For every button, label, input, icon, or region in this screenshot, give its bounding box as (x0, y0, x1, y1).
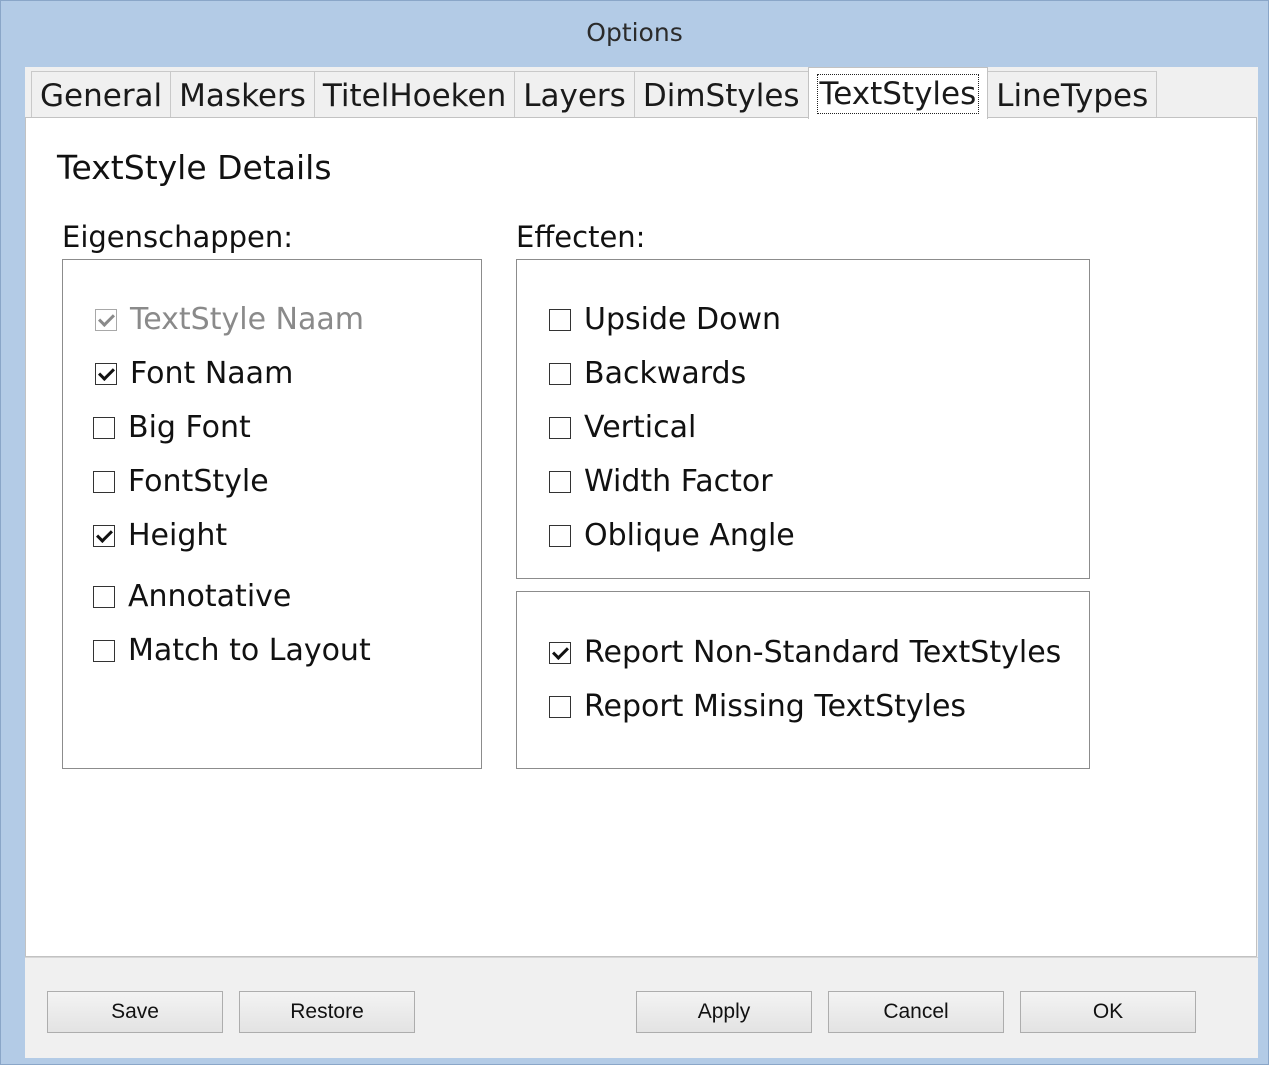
options-dialog: Options General Maskers TitelHoeken Laye… (0, 0, 1269, 1065)
dialog-client-area: General Maskers TitelHoeken Layers DimSt… (25, 67, 1258, 1058)
tab-titelhoeken[interactable]: TitelHoeken (313, 71, 516, 119)
tab-linetypes[interactable]: LineTypes (987, 71, 1158, 119)
width-factor-checkbox[interactable]: Width Factor (549, 464, 773, 499)
tab-strip: General Maskers TitelHoeken Layers DimSt… (31, 67, 1158, 119)
match-to-layout-checkbox[interactable]: Match to Layout (93, 633, 371, 668)
report-missing-checkbox[interactable]: Report Missing TextStyles (549, 689, 966, 724)
fontstyle-checkbox[interactable]: FontStyle (93, 464, 269, 499)
oblique-angle-checkbox[interactable]: Oblique Angle (549, 518, 795, 553)
apply-button[interactable]: Apply (636, 991, 812, 1033)
button-bar-separator (25, 957, 1258, 958)
tab-dimstyles[interactable]: DimStyles (633, 71, 809, 119)
textstyle-naam-checkbox[interactable]: TextStyle Naam (95, 302, 364, 337)
tab-layers[interactable]: Layers (514, 71, 635, 119)
effecten-group: Upside Down Backwards Vertical Width Fac… (516, 259, 1090, 579)
vertical-checkbox[interactable]: Vertical (549, 410, 696, 445)
eigenschappen-label: Eigenschappen: (62, 220, 294, 254)
panel-heading: TextStyle Details (57, 148, 332, 187)
font-naam-checkbox[interactable]: Font Naam (95, 356, 293, 391)
checkbox-box[interactable] (549, 641, 571, 664)
checkbox-box[interactable] (93, 470, 115, 493)
checkbox-box[interactable] (95, 362, 117, 385)
checkbox-box[interactable] (549, 470, 571, 493)
effecten-label: Effecten: (516, 220, 646, 254)
checkbox-box[interactable] (95, 308, 117, 331)
window-title: Options (586, 17, 683, 47)
checkbox-box[interactable] (549, 695, 571, 718)
report-non-standard-checkbox[interactable]: Report Non-Standard TextStyles (549, 635, 1061, 670)
textstyles-panel: TextStyle Details Eigenschappen: Effecte… (25, 117, 1257, 957)
checkbox-box[interactable] (549, 416, 571, 439)
checkbox-box[interactable] (93, 639, 115, 662)
height-checkbox[interactable]: Height (93, 518, 227, 553)
checkbox-box[interactable] (93, 524, 115, 547)
upside-down-checkbox[interactable]: Upside Down (549, 302, 781, 337)
checkbox-box[interactable] (93, 585, 115, 608)
ok-button[interactable]: OK (1020, 991, 1196, 1033)
cancel-button[interactable]: Cancel (828, 991, 1004, 1033)
checkbox-box[interactable] (549, 524, 571, 547)
backwards-checkbox[interactable]: Backwards (549, 356, 746, 391)
checkbox-box[interactable] (549, 362, 571, 385)
checkbox-box[interactable] (549, 308, 571, 331)
save-button[interactable]: Save (47, 991, 223, 1033)
title-bar[interactable]: Options (1, 1, 1268, 67)
tab-textstyles[interactable]: TextStyles (807, 67, 989, 119)
big-font-checkbox[interactable]: Big Font (93, 410, 251, 445)
annotative-checkbox[interactable]: Annotative (93, 579, 291, 614)
tab-general[interactable]: General (31, 71, 172, 119)
checkbox-box[interactable] (93, 416, 115, 439)
restore-button[interactable]: Restore (239, 991, 415, 1033)
tab-maskers[interactable]: Maskers (170, 71, 315, 119)
report-group: Report Non-Standard TextStyles Report Mi… (516, 591, 1090, 769)
eigenschappen-group: TextStyle Naam Font Naam Big Font FontSt… (62, 259, 482, 769)
